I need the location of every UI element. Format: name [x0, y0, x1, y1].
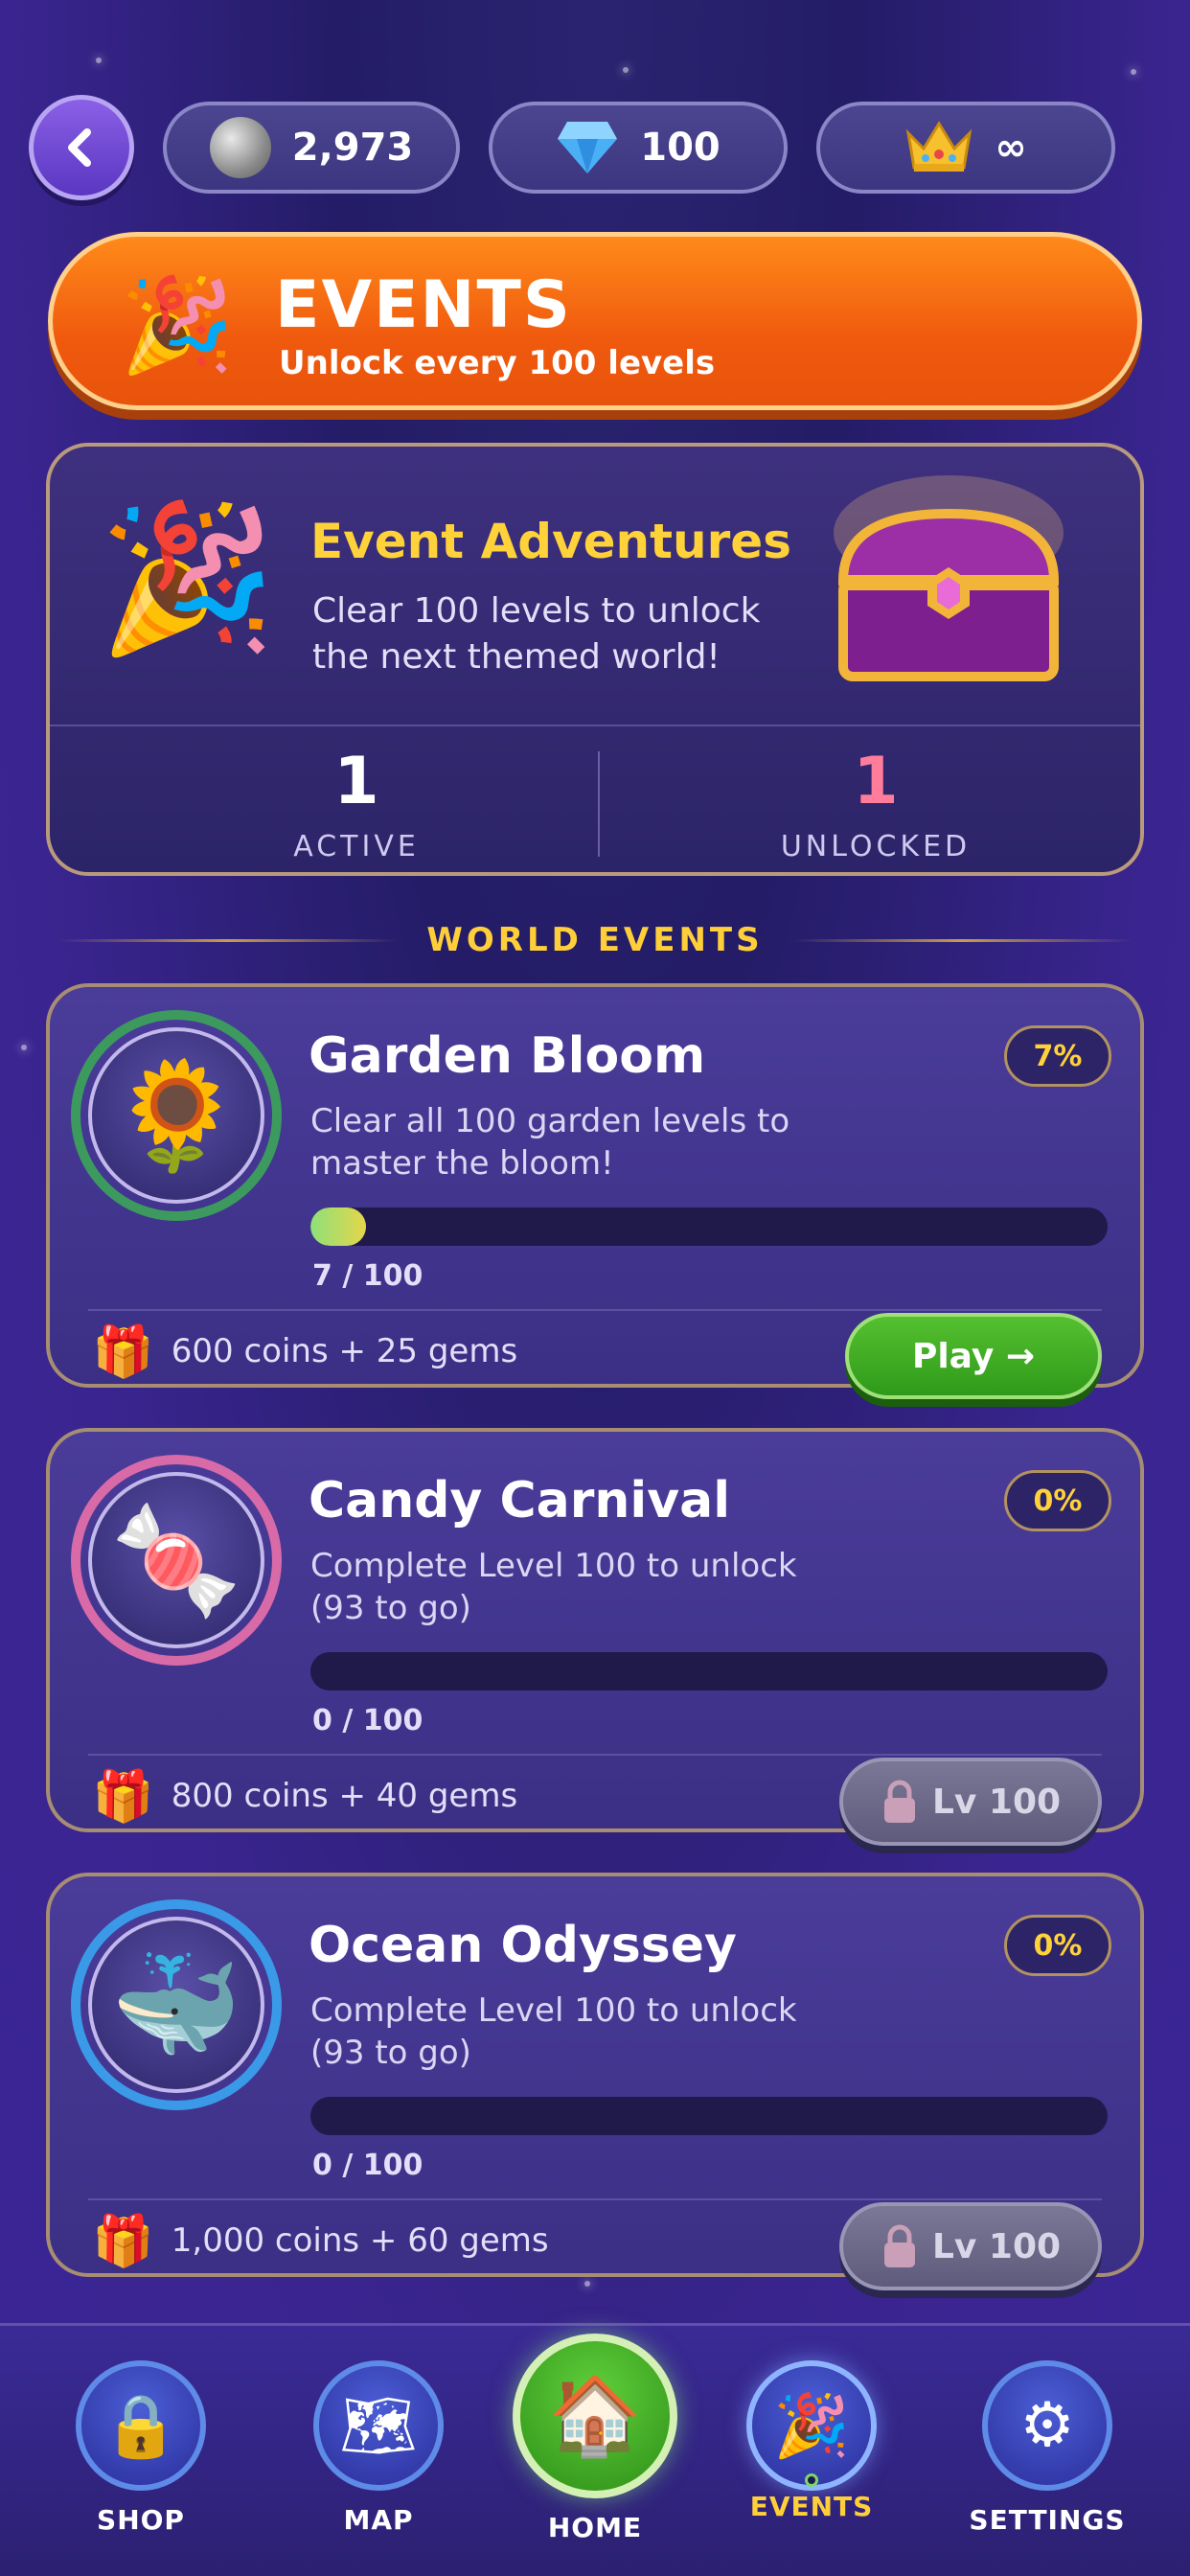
unlocked-count: 1	[853, 744, 899, 819]
party-popper-icon: 🎉	[120, 271, 235, 379]
crowns-counter[interactable]: ∞	[816, 102, 1115, 194]
event-percent-badge: 0%	[1004, 1470, 1111, 1531]
event-card-candy-carnival[interactable]: 🍬 Candy Carnival Complete Level 100 to u…	[46, 1428, 1144, 1846]
events-banner: 🎉 EVENTS Unlock every 100 levels	[48, 232, 1142, 410]
event-reward: 🎁 1,000 coins + 60 gems	[92, 2212, 549, 2270]
lock-icon	[883, 1780, 915, 1823]
nav-label: SHOP	[97, 2504, 185, 2536]
locked-level-button[interactable]: Lv 100	[839, 1758, 1102, 1846]
gems-counter[interactable]: 100	[489, 102, 788, 194]
heading-line-right	[791, 938, 1133, 942]
event-divider	[88, 2198, 1102, 2200]
background-star	[1131, 69, 1136, 75]
top-bar: 2,973 100 ∞	[29, 95, 1161, 200]
coins-counter[interactable]: 2,973	[163, 102, 460, 194]
lock-label: Lv 100	[931, 2226, 1062, 2266]
event-progress-text: 7 / 100	[312, 1259, 423, 1293]
nav-settings[interactable]: ⚙ SETTINGS	[966, 2360, 1129, 2536]
event-progress-bar	[310, 1652, 1108, 1690]
heading-line-left	[57, 938, 399, 942]
coins-value: 2,973	[291, 126, 414, 170]
crown-icon	[906, 121, 973, 172]
back-button[interactable]	[29, 95, 134, 200]
event-icon-ring: 🐳	[71, 1899, 282, 2110]
event-name: Garden Bloom	[309, 1027, 706, 1085]
unlocked-label: UNLOCKED	[780, 830, 972, 863]
shop-bag-icon: 🔒	[76, 2360, 206, 2491]
active-count: 1	[333, 744, 379, 819]
event-progress-fill	[310, 1208, 367, 1246]
banner-subtitle: Unlock every 100 levels	[279, 344, 716, 382]
lock-icon	[883, 2224, 915, 2267]
party-popper-icon: 🎉	[746, 2360, 877, 2491]
gift-icon: 🎁	[92, 1322, 154, 1381]
event-description: Clear all 100 garden levels to master th…	[310, 1102, 790, 1183]
nav-label: SETTINGS	[969, 2504, 1126, 2536]
reward-text: 800 coins + 40 gems	[171, 1777, 518, 1815]
unlocked-stat: 1 UNLOCKED	[636, 734, 1115, 863]
crowns-value: ∞	[995, 126, 1027, 170]
gift-icon: 🎁	[92, 1767, 154, 1826]
event-reward: 🎁 600 coins + 25 gems	[92, 1322, 518, 1381]
active-stat: 1 ACTIVE	[117, 734, 596, 863]
event-divider	[88, 1754, 1102, 1756]
event-adventures-card: 🎉 Event Adventures Clear 100 levels to u…	[46, 443, 1144, 876]
background-star	[584, 2281, 590, 2287]
event-card-garden-bloom[interactable]: 🌻 Garden Bloom Clear all 100 garden leve…	[46, 983, 1144, 1399]
play-button[interactable]: Play →	[845, 1313, 1102, 1399]
event-name: Ocean Odyssey	[309, 1917, 737, 1974]
gift-icon: 🎁	[92, 2212, 154, 2270]
lock-label: Lv 100	[931, 1782, 1062, 1822]
party-popper-icon: 🎉	[98, 495, 277, 662]
event-progress-text: 0 / 100	[312, 2149, 423, 2182]
gems-value: 100	[640, 126, 721, 170]
nav-map[interactable]: 🗺 MAP	[297, 2360, 460, 2536]
nav-label: EVENTS	[749, 2491, 874, 2522]
active-label: ACTIVE	[293, 830, 420, 863]
event-icon-ring: 🌻	[71, 1010, 282, 1221]
event-icon-ring: 🍬	[71, 1455, 282, 1666]
nav-home[interactable]: 🏠 HOME	[504, 2334, 686, 2543]
event-description: Complete Level 100 to unlock (93 to go)	[310, 1547, 797, 1627]
background-star	[623, 67, 629, 73]
card-divider	[50, 724, 1140, 726]
background-star	[96, 58, 102, 63]
banner-title: EVENTS	[275, 267, 572, 343]
event-percent-badge: 7%	[1004, 1025, 1111, 1087]
home-icon: 🏠	[513, 2334, 677, 2498]
event-progress-bar	[310, 2097, 1108, 2135]
event-description: Complete Level 100 to unlock (93 to go)	[310, 1991, 797, 2072]
adventures-title: Event Adventures	[310, 514, 791, 569]
stats-divider	[598, 751, 600, 857]
event-progress-bar	[310, 1208, 1108, 1246]
diamond-icon	[558, 122, 618, 173]
bottom-nav: 🔒 SHOP 🗺 MAP 🏠 HOME 🎉 EVENTS ⚙ SETTINGS	[0, 2323, 1190, 2576]
gear-icon: ⚙	[982, 2360, 1112, 2491]
nav-label: HOME	[547, 2512, 643, 2543]
event-percent-badge: 0%	[1004, 1915, 1111, 1976]
sunflower-icon: 🌻	[88, 1027, 264, 1204]
event-reward: 🎁 800 coins + 40 gems	[92, 1767, 518, 1826]
reward-text: 600 coins + 25 gems	[171, 1332, 518, 1370]
world-events-heading: WORLD EVENTS	[57, 916, 1133, 964]
candy-icon: 🍬	[88, 1472, 264, 1648]
active-indicator	[805, 2473, 818, 2487]
reward-text: 1,000 coins + 60 gems	[171, 2221, 549, 2260]
map-icon: 🗺	[313, 2360, 444, 2491]
nav-shop[interactable]: 🔒 SHOP	[59, 2360, 222, 2536]
event-progress-text: 0 / 100	[312, 1704, 423, 1737]
background-star	[21, 1045, 27, 1050]
event-name: Candy Carnival	[309, 1472, 731, 1530]
nav-events[interactable]: 🎉 EVENTS	[730, 2360, 893, 2522]
event-card-ocean-odyssey[interactable]: 🐳 Ocean Odyssey Complete Level 100 to un…	[46, 1873, 1144, 2290]
event-divider	[88, 1309, 1102, 1311]
nav-label: MAP	[343, 2504, 414, 2536]
world-events-title: WORLD EVENTS	[426, 921, 764, 959]
locked-level-button[interactable]: Lv 100	[839, 2202, 1102, 2290]
whale-icon: 🐳	[88, 1917, 264, 2093]
adventures-description: Clear 100 levels to unlock the next them…	[312, 591, 761, 677]
coin-icon	[209, 117, 271, 178]
back-arrow-icon	[68, 128, 91, 167]
treasure-chest-icon	[834, 475, 1064, 681]
